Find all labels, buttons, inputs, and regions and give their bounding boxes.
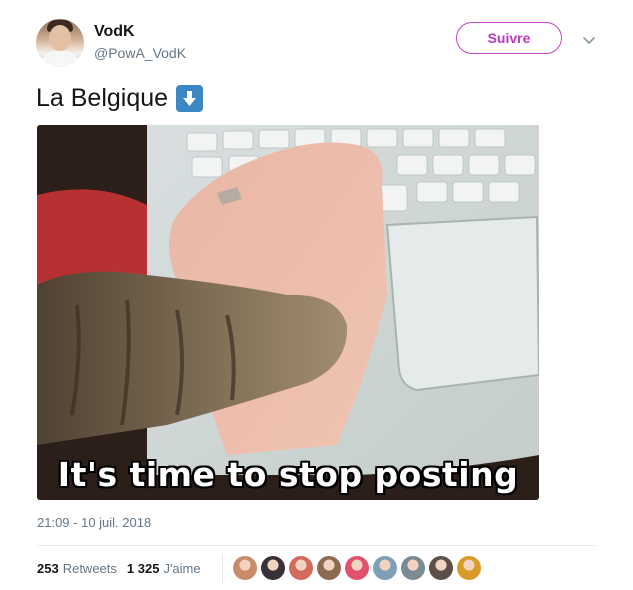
stats-separator: [222, 554, 223, 584]
author-handle[interactable]: @PowA_VodK: [94, 45, 186, 61]
tweet-timestamp[interactable]: 21:09 - 10 juil. 2018: [37, 515, 151, 530]
liker-avatar[interactable]: [261, 556, 285, 580]
tweet-stats: 253 Retweets 1 325 J'aime: [37, 561, 211, 576]
retweets-stat[interactable]: 253 Retweets: [37, 561, 117, 576]
author-name[interactable]: VodK: [94, 23, 135, 41]
liker-avatar[interactable]: [233, 556, 257, 580]
divider: [37, 545, 597, 546]
liker-avatars: [233, 556, 481, 580]
retweets-label: Retweets: [62, 561, 117, 576]
follow-button[interactable]: Suivre: [456, 22, 562, 54]
tweet-text-content: La Belgique: [36, 84, 169, 112]
author-avatar[interactable]: [36, 19, 84, 67]
down-arrow-emoji-icon: [176, 85, 204, 112]
likes-count: 1 325: [126, 561, 160, 576]
liker-avatar[interactable]: [373, 556, 397, 580]
tweet-header: VodK @PowA_VodK Suivre: [36, 17, 604, 69]
liker-avatar[interactable]: [457, 556, 481, 580]
liker-avatar[interactable]: [401, 556, 425, 580]
avatar-face: [49, 25, 71, 51]
avatar-shirt: [40, 51, 80, 67]
tweet-media-image[interactable]: It's time to stop posting: [37, 125, 539, 500]
liker-avatar[interactable]: [317, 556, 341, 580]
retweets-count: 253: [37, 561, 59, 576]
meme-photo: [37, 125, 539, 500]
liker-avatar[interactable]: [429, 556, 453, 580]
liker-avatar[interactable]: [289, 556, 313, 580]
likes-stat[interactable]: 1 325 J'aime: [127, 561, 201, 576]
meme-caption: It's time to stop posting: [57, 455, 519, 494]
liker-avatar[interactable]: [345, 556, 369, 580]
tweet-text: La Belgique: [36, 84, 204, 113]
chevron-down-icon[interactable]: [582, 33, 596, 47]
likes-label: J'aime: [163, 561, 201, 576]
